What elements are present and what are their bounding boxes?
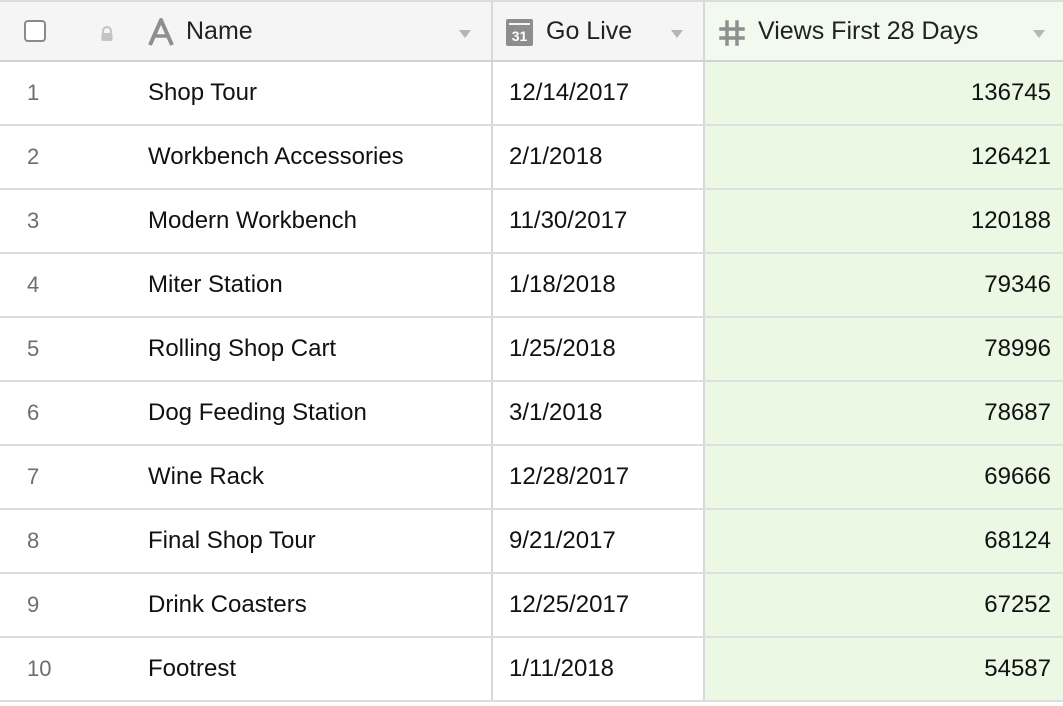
cell-views[interactable]: 136745 [705, 62, 1063, 124]
table-row[interactable]: 3 Modern Workbench 11/30/2017 120188 [0, 190, 1063, 254]
row-number: 3 [27, 208, 40, 233]
cell-views[interactable]: 54587 [705, 638, 1063, 700]
grid-view: Name 31 Go Live Views First 28 Days 1 Sh… [0, 0, 1063, 706]
cell-views[interactable]: 78687 [705, 382, 1063, 444]
cell-name[interactable]: Final Shop Tour [145, 510, 493, 572]
cell-views[interactable]: 69666 [705, 446, 1063, 508]
chevron-down-icon[interactable] [1033, 30, 1045, 38]
cell-name[interactable]: Wine Rack [145, 446, 493, 508]
column-label-name: Name [186, 16, 253, 45]
text-type-icon [148, 18, 174, 46]
table-row[interactable]: 8 Final Shop Tour 9/21/2017 68124 [0, 510, 1063, 574]
cell-views[interactable]: 126421 [705, 126, 1063, 188]
cell-go-live[interactable]: 12/14/2017 [493, 62, 705, 124]
row-number: 2 [27, 144, 40, 169]
cell-name[interactable]: Footrest [145, 638, 493, 700]
row-number: 4 [27, 272, 40, 297]
cell-name[interactable]: Miter Station [145, 254, 493, 316]
grid-rows: 1 Shop Tour 12/14/2017 136745 2 Workbench Acc… [0, 62, 1063, 702]
table-row[interactable]: 7 Wine Rack 12/28/2017 69666 [0, 446, 1063, 510]
cell-name[interactable]: Rolling Shop Cart [145, 318, 493, 380]
cell-go-live[interactable]: 3/1/2018 [493, 382, 705, 444]
cell-views[interactable]: 68124 [705, 510, 1063, 572]
table-row[interactable]: 9 Drink Coasters 12/25/2017 67252 [0, 574, 1063, 638]
table-row[interactable]: 4 Miter Station 1/18/2018 79346 [0, 254, 1063, 318]
cell-name[interactable]: Modern Workbench [145, 190, 493, 252]
cell-go-live[interactable]: 1/18/2018 [493, 254, 705, 316]
grid-header: Name 31 Go Live Views First 28 Days [0, 0, 1063, 62]
cell-views[interactable]: 78996 [705, 318, 1063, 380]
column-header-views[interactable]: Views First 28 Days [705, 2, 1063, 60]
column-label-go-live: Go Live [546, 16, 633, 45]
table-row[interactable]: 5 Rolling Shop Cart 1/25/2018 78996 [0, 318, 1063, 382]
row-number: 9 [27, 592, 40, 617]
row-number: 5 [27, 336, 40, 361]
column-header-go-live[interactable]: 31 Go Live [493, 2, 705, 60]
row-number: 7 [27, 464, 40, 489]
row-number: 1 [27, 80, 40, 105]
column-header-name[interactable]: Name [0, 2, 493, 60]
cell-name[interactable]: Drink Coasters [145, 574, 493, 636]
cell-go-live[interactable]: 9/21/2017 [493, 510, 705, 572]
select-all-checkbox[interactable] [24, 20, 46, 42]
cell-go-live[interactable]: 1/25/2018 [493, 318, 705, 380]
calendar-icon: 31 [506, 19, 533, 46]
row-number: 8 [27, 528, 40, 553]
lock-icon [101, 26, 113, 41]
cell-go-live[interactable]: 12/28/2017 [493, 446, 705, 508]
row-number: 10 [27, 656, 52, 681]
cell-name[interactable]: Shop Tour [145, 62, 493, 124]
cell-views[interactable]: 79346 [705, 254, 1063, 316]
cell-go-live[interactable]: 1/11/2018 [493, 638, 705, 700]
row-number: 6 [27, 400, 40, 425]
hash-icon [719, 20, 745, 46]
cell-views[interactable]: 120188 [705, 190, 1063, 252]
cell-name[interactable]: Workbench Accessories [145, 126, 493, 188]
chevron-down-icon[interactable] [671, 30, 683, 38]
table-row[interactable]: 6 Dog Feeding Station 3/1/2018 78687 [0, 382, 1063, 446]
calendar-icon-text: 31 [512, 28, 528, 44]
cell-go-live[interactable]: 12/25/2017 [493, 574, 705, 636]
cell-go-live[interactable]: 2/1/2018 [493, 126, 705, 188]
cell-views[interactable]: 67252 [705, 574, 1063, 636]
table-row[interactable]: 2 Workbench Accessories 2/1/2018 126421 [0, 126, 1063, 190]
column-label-views: Views First 28 Days [758, 16, 979, 45]
cell-go-live[interactable]: 11/30/2017 [493, 190, 705, 252]
table-row[interactable]: 1 Shop Tour 12/14/2017 136745 [0, 62, 1063, 126]
table-row[interactable]: 10 Footrest 1/11/2018 54587 [0, 638, 1063, 702]
chevron-down-icon[interactable] [459, 30, 471, 38]
cell-name[interactable]: Dog Feeding Station [145, 382, 493, 444]
